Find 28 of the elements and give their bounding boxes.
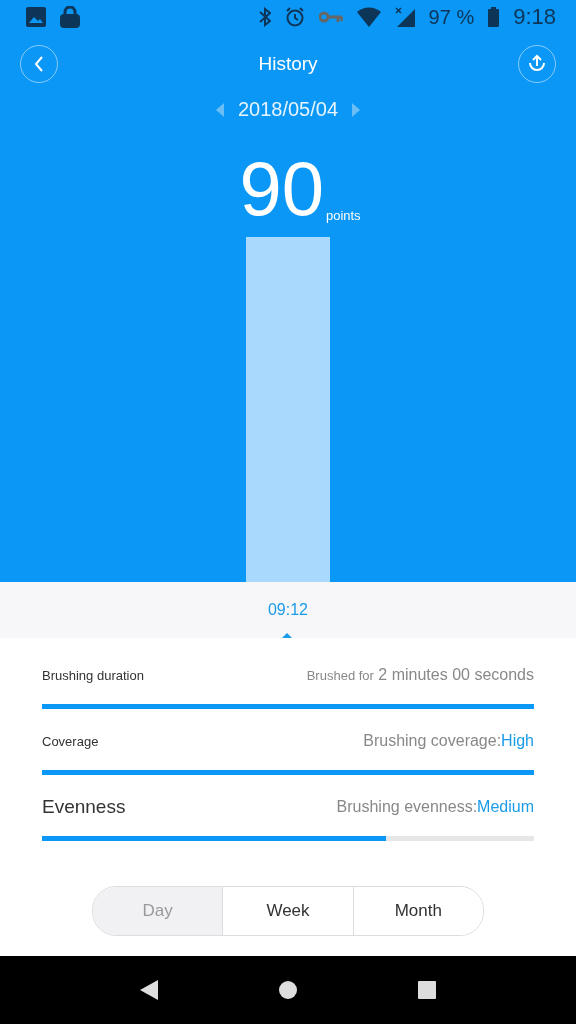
image-icon	[26, 7, 46, 27]
battery-percent: 97 %	[428, 5, 475, 29]
back-icon	[34, 56, 44, 72]
next-day-icon[interactable]	[352, 102, 361, 117]
metric-label: Evenness	[42, 796, 126, 818]
period-tab[interactable]: Month	[352, 887, 483, 935]
metric-value: Brushing coverage:High	[363, 732, 534, 750]
pointer-icon	[282, 633, 292, 638]
metric-label: Coverage	[42, 733, 99, 749]
metric-value: Brushing evenness:Medium	[336, 798, 534, 816]
date-label: 2018/05/04	[237, 98, 339, 121]
upload-icon	[527, 54, 547, 74]
home-nav-icon[interactable]	[278, 980, 298, 1000]
wifi-icon	[356, 7, 381, 27]
score-unit: points	[325, 208, 361, 223]
signal-icon	[394, 7, 415, 27]
previous-day-icon[interactable]	[215, 102, 224, 117]
key-icon	[318, 11, 343, 23]
clock-time: 9:18	[513, 4, 556, 30]
bluetooth-icon	[258, 7, 271, 27]
lock-icon	[60, 6, 80, 28]
score-value: 90	[239, 155, 324, 223]
metric-label: Brushing duration	[42, 667, 144, 683]
back-nav-icon[interactable]	[140, 980, 158, 1000]
page-title: History	[258, 53, 318, 75]
battery-icon	[488, 7, 500, 27]
alarm-icon	[284, 7, 305, 27]
metric-value: Brushed for 2 minutes 00 seconds	[306, 666, 534, 684]
